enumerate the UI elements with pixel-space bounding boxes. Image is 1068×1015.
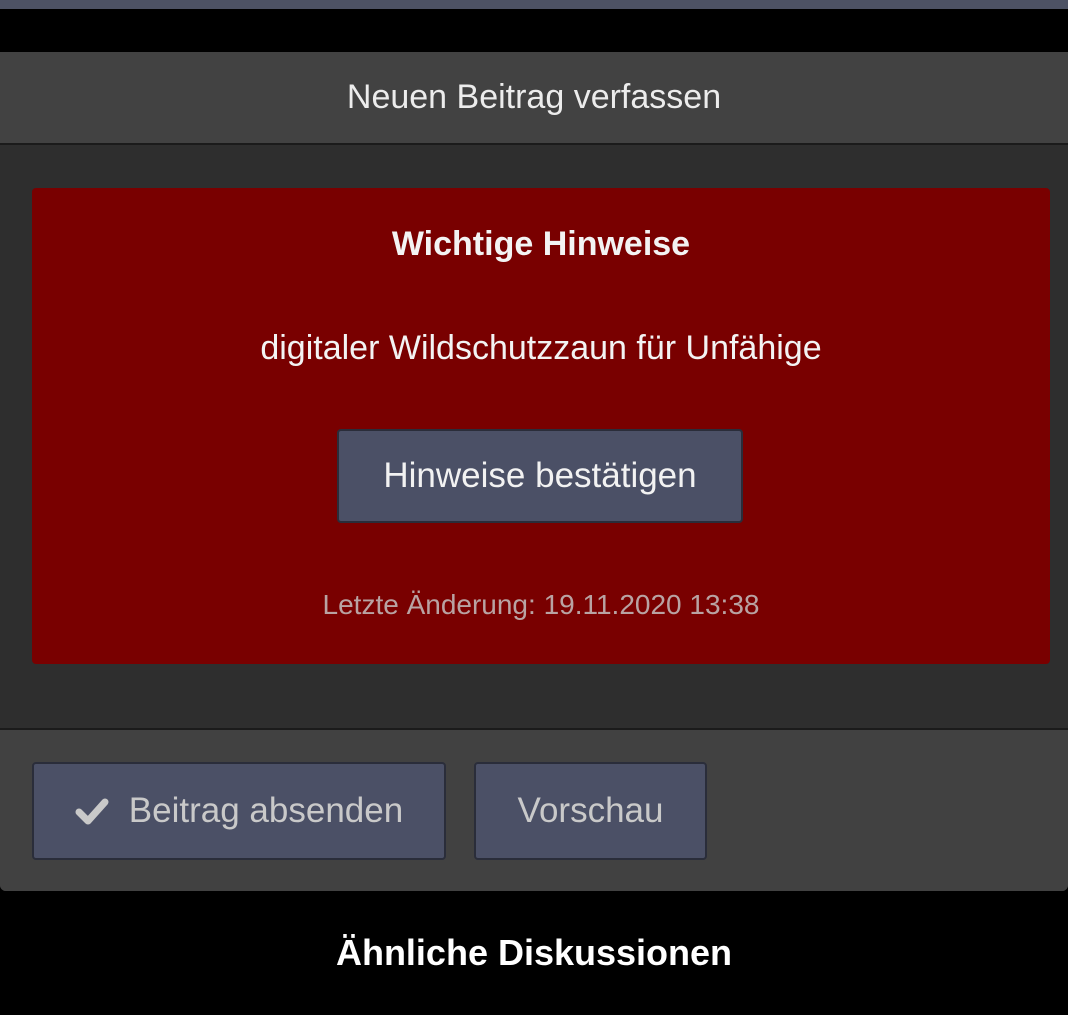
top-nav-strip (0, 0, 1068, 9)
notice-text: digitaler Wildschutzzaun für Unfähige (260, 329, 822, 367)
form-actions: Beitrag absenden Vorschau (0, 730, 1068, 891)
similar-discussions-heading: Ähnliche Diskussionen (335, 932, 733, 973)
reply-panel: Neuen Beitrag verfassen Wichtige Hinweis… (0, 52, 1068, 891)
check-icon (75, 794, 109, 828)
panel-title: Neuen Beitrag verfassen (346, 78, 722, 116)
preview-label: Vorschau (517, 791, 664, 830)
confirm-notice-label: Hinweise bestätigen (383, 456, 697, 495)
panel-header: Neuen Beitrag verfassen (0, 52, 1068, 145)
important-notice: Wichtige Hinweise digitaler Wildschutzza… (32, 188, 1050, 664)
panel-body: Wichtige Hinweise digitaler Wildschutzza… (0, 145, 1068, 730)
preview-button[interactable]: Vorschau (474, 762, 707, 860)
notice-title: Wichtige Hinweise (391, 225, 691, 263)
submit-post-button[interactable]: Beitrag absenden (32, 762, 446, 860)
submit-post-label: Beitrag absenden (128, 791, 404, 830)
last-change-timestamp: Letzte Änderung: 19.11.2020 13:38 (322, 589, 760, 620)
confirm-notice-button[interactable]: Hinweise bestätigen (337, 429, 743, 523)
